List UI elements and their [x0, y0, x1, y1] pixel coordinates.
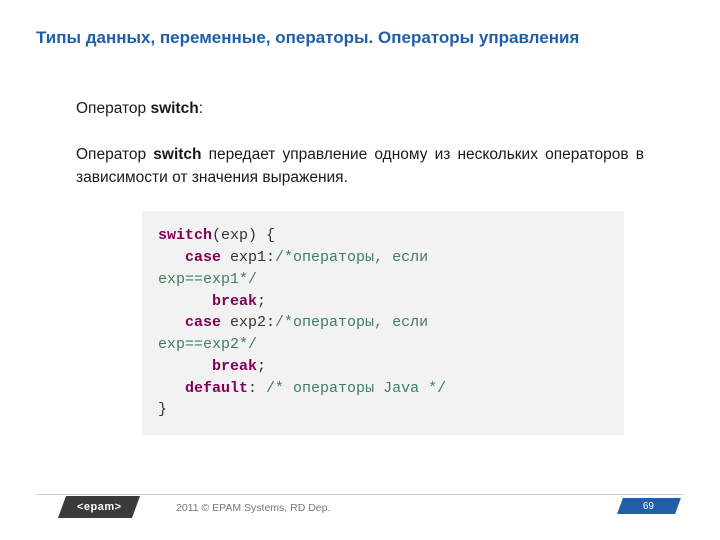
- kw-switch: switch: [158, 227, 212, 244]
- text: exp2:: [221, 314, 275, 331]
- code-line: case exp2:/*операторы, если: [158, 312, 608, 334]
- slide-body: Оператор switch: Оператор switch передае…: [76, 98, 644, 435]
- code-line: break;: [158, 356, 608, 378]
- kw-case: case: [185, 314, 221, 331]
- footer-divider: [36, 494, 684, 495]
- text: Оператор: [76, 100, 150, 117]
- code-line: switch(exp) {: [158, 225, 608, 247]
- keyword-switch: switch: [150, 100, 198, 117]
- epam-logo: <epam>: [58, 496, 140, 518]
- kw-default: default: [185, 380, 248, 397]
- code-line: break;: [158, 291, 608, 313]
- code-line: case exp1:/*операторы, если: [158, 247, 608, 269]
- slide-title: Типы данных, переменные, операторы. Опер…: [36, 28, 579, 48]
- text: (exp) {: [212, 227, 275, 244]
- text: }: [158, 401, 167, 418]
- text: :: [248, 380, 266, 397]
- page-number: 69: [643, 501, 654, 512]
- kw-case: case: [185, 249, 221, 266]
- code-line: exp==exp1*/: [158, 269, 608, 291]
- paragraph-intro: Оператор switch:: [76, 98, 644, 120]
- page-number-badge: 69: [617, 498, 681, 514]
- paragraph-desc: Оператор switch передает управление одно…: [76, 144, 644, 189]
- comment: /*операторы, если: [275, 249, 428, 266]
- code-line: exp==exp2*/: [158, 334, 608, 356]
- text: exp1:: [221, 249, 275, 266]
- code-block: switch(exp) { case exp1:/*операторы, есл…: [142, 211, 624, 435]
- comment: exp==exp1*/: [158, 271, 257, 288]
- code-line: }: [158, 399, 608, 421]
- comment: /*операторы, если: [275, 314, 428, 331]
- kw-break: break: [212, 358, 257, 375]
- kw-break: break: [212, 293, 257, 310]
- comment: exp==exp2*/: [158, 336, 257, 353]
- slide: Типы данных, переменные, операторы. Опер…: [0, 0, 720, 540]
- copyright-text: 2011 © EPAM Systems, RD Dep.: [176, 502, 330, 514]
- text: ;: [257, 358, 266, 375]
- text: ;: [257, 293, 266, 310]
- code-line: default: /* операторы Java */: [158, 378, 608, 400]
- footer: <epam> 2011 © EPAM Systems, RD Dep. 69: [0, 500, 720, 524]
- logo-text: <epam>: [77, 501, 122, 513]
- keyword-switch: switch: [153, 146, 201, 163]
- comment: /* операторы Java */: [266, 380, 446, 397]
- text: :: [199, 100, 203, 117]
- text: Оператор: [76, 146, 153, 163]
